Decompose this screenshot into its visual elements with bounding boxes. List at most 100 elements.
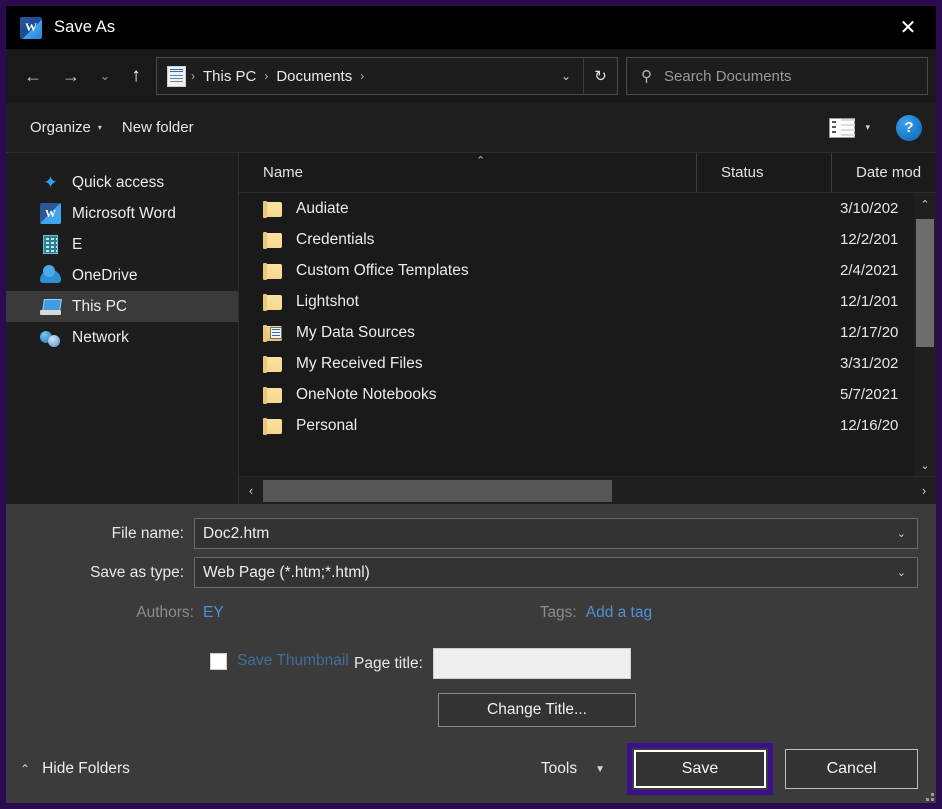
- vertical-scroll-thumb[interactable]: [916, 219, 934, 347]
- metadata-row: Authors: EY Tags: Add a tag: [24, 604, 918, 622]
- sidebar-item-quick-access[interactable]: ✦ Quick access: [6, 167, 238, 198]
- back-icon[interactable]: ←: [14, 58, 52, 94]
- dialog-footer: ⌃ Hide Folders Tools ▼ Save Cancel: [6, 735, 936, 803]
- save-thumbnail-option[interactable]: Save Thumbnail: [24, 648, 354, 670]
- horizontal-scroll-track[interactable]: [263, 479, 912, 502]
- folder-icon: [263, 386, 282, 404]
- scroll-right-icon[interactable]: ›: [912, 483, 936, 498]
- help-icon[interactable]: ?: [896, 114, 922, 141]
- save-as-type-select[interactable]: Web Page (*.htm;*.html) ⌄: [194, 557, 918, 588]
- column-headers: Name ⌃ Status Date mod: [239, 152, 936, 193]
- file-name: Audiate: [296, 199, 349, 217]
- save-as-dialog-window: W Save As ✕ ← → ⌄ ↑ › This PC › Document…: [0, 0, 942, 809]
- forward-icon[interactable]: →: [52, 58, 90, 94]
- scroll-left-icon[interactable]: ‹: [239, 483, 263, 498]
- folder-icon: [263, 262, 282, 280]
- scroll-down-icon[interactable]: ⌄: [914, 454, 936, 476]
- page-title-label: Page title:: [354, 654, 423, 672]
- file-name: Custom Office Templates: [296, 261, 469, 279]
- sidebar-item-label: This PC: [72, 297, 128, 315]
- table-row[interactable]: Audiate 3/10/202: [239, 193, 936, 224]
- authors-label: Authors:: [136, 604, 194, 621]
- new-folder-label: New folder: [121, 119, 194, 136]
- close-icon[interactable]: ✕: [880, 6, 936, 49]
- cancel-button[interactable]: Cancel: [785, 749, 918, 789]
- save-button[interactable]: Save: [634, 750, 766, 788]
- save-as-type-row: Save as type: Web Page (*.htm;*.html) ⌄: [24, 557, 918, 588]
- view-options-chevron-down-icon[interactable]: ▾: [859, 122, 880, 133]
- table-row[interactable]: Lightshot 12/1/201: [239, 286, 936, 317]
- table-row[interactable]: Personal 12/16/20: [239, 410, 936, 441]
- lower-options: Save Thumbnail Page title: Change Title.…: [24, 648, 918, 727]
- chevron-down-icon[interactable]: ⌄: [549, 58, 583, 94]
- page-title-field[interactable]: [432, 648, 631, 679]
- page-title-group: Page title: Change Title...: [354, 648, 636, 727]
- vertical-scroll-track[interactable]: [914, 215, 936, 454]
- file-name-label: File name:: [111, 524, 184, 542]
- sidebar-item-this-pc[interactable]: This PC: [6, 291, 238, 322]
- organize-button[interactable]: Organize ▾: [20, 113, 112, 142]
- table-row[interactable]: OneNote Notebooks 5/7/2021: [239, 379, 936, 410]
- column-header-status-label: Status: [721, 164, 764, 181]
- search-input[interactable]: ⚲ Search Documents: [626, 57, 928, 95]
- column-header-date-modified[interactable]: Date mod: [832, 153, 936, 193]
- folder-icon: [263, 355, 282, 373]
- file-name: My Data Sources: [296, 323, 415, 341]
- hide-folders-button[interactable]: ⌃ Hide Folders: [20, 760, 130, 778]
- add-a-tag-link[interactable]: Add a tag: [586, 604, 652, 622]
- resize-grip-icon[interactable]: [924, 791, 934, 801]
- change-title-button[interactable]: Change Title...: [438, 693, 636, 727]
- file-name: Credentials: [296, 230, 375, 248]
- page-title-row: Page title:: [354, 648, 636, 679]
- new-folder-button[interactable]: New folder: [112, 113, 204, 142]
- sidebar-item-microsoft-word[interactable]: W Microsoft Word: [6, 198, 238, 229]
- folder-icon: [263, 200, 282, 218]
- view-layout-icon[interactable]: [829, 117, 856, 138]
- table-row[interactable]: My Received Files 3/31/202: [239, 348, 936, 379]
- breadcrumb-item-this-pc[interactable]: This PC: [196, 68, 263, 85]
- column-header-date-label: Date mod: [856, 164, 922, 181]
- folder-icon: [263, 231, 282, 249]
- folder-icon: [263, 417, 282, 435]
- file-name: My Received Files: [296, 354, 423, 372]
- table-row[interactable]: Credentials 12/2/201: [239, 224, 936, 255]
- recent-locations-icon[interactable]: ⌄: [90, 58, 120, 94]
- star-icon: ✦: [43, 173, 58, 192]
- chevron-down-icon[interactable]: ⌄: [897, 527, 917, 540]
- table-row[interactable]: My Data Sources 12/17/20: [239, 317, 936, 348]
- sidebar-item-onedrive[interactable]: OneDrive: [6, 260, 238, 291]
- address-bar: ← → ⌄ ↑ › This PC › Documents › ⌄ ↻ ⚲ Se…: [6, 49, 936, 103]
- save-thumbnail-label: Save Thumbnail: [237, 652, 349, 669]
- dialog-body: ✦ Quick access W Microsoft Word E OneDri…: [6, 152, 936, 504]
- column-header-name[interactable]: Name ⌃: [239, 152, 697, 193]
- scroll-up-icon[interactable]: ⌃: [914, 193, 936, 215]
- save-thumbnail-checkbox[interactable]: [210, 652, 227, 670]
- breadcrumb-item-documents[interactable]: Documents: [269, 68, 359, 85]
- sidebar-item-network[interactable]: Network: [6, 322, 238, 353]
- sidebar-item-label: Network: [72, 328, 129, 346]
- up-icon[interactable]: ↑: [120, 58, 152, 94]
- file-name-value: Doc2.htm: [203, 524, 270, 542]
- sidebar-item-label: Quick access: [72, 173, 165, 191]
- organize-label: Organize: [30, 119, 91, 136]
- authors-value[interactable]: EY: [203, 604, 224, 622]
- column-header-name-label: Name: [263, 164, 304, 181]
- vertical-scrollbar[interactable]: ⌃ ⌄: [914, 193, 936, 476]
- breadcrumb[interactable]: › This PC › Documents › ⌄ ↻: [156, 57, 618, 95]
- navigation-sidebar: ✦ Quick access W Microsoft Word E OneDri…: [6, 153, 239, 504]
- chevron-down-icon[interactable]: ⌄: [897, 566, 917, 579]
- save-form: File name: Doc2.htm ⌄ Save as type: Web …: [6, 504, 936, 727]
- horizontal-scroll-thumb[interactable]: [263, 479, 612, 502]
- table-row[interactable]: Custom Office Templates 2/4/2021: [239, 255, 936, 286]
- folder-icon: [263, 293, 282, 311]
- column-header-status[interactable]: Status: [697, 152, 832, 193]
- file-name-field[interactable]: Doc2.htm ⌄: [194, 518, 918, 549]
- hide-folders-label: Hide Folders: [42, 760, 130, 777]
- chevron-down-icon: ▾: [97, 123, 102, 132]
- documents-icon: [167, 65, 186, 87]
- tools-button[interactable]: Tools ▼: [541, 760, 605, 778]
- horizontal-scrollbar[interactable]: ‹ ›: [239, 476, 936, 504]
- building-icon: [40, 234, 61, 255]
- refresh-icon[interactable]: ↻: [583, 58, 617, 94]
- sidebar-item-e[interactable]: E: [6, 229, 238, 260]
